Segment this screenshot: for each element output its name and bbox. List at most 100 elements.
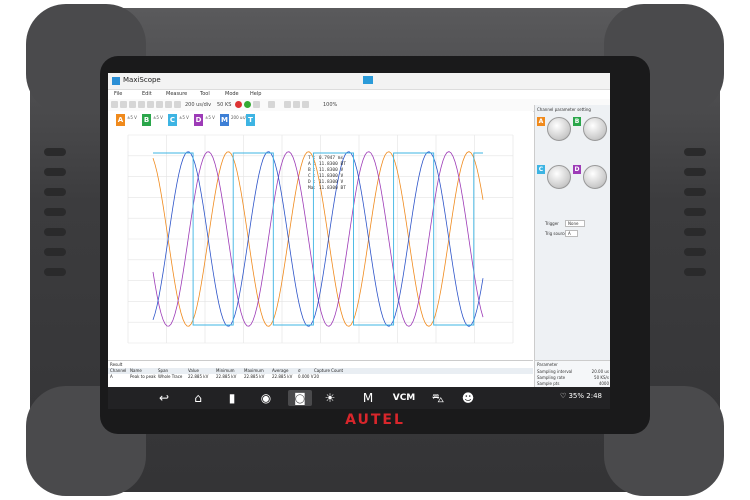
table-row[interactable]: A Peak to peak Whole Trace 22.885 kV 22.885 … — [108, 374, 533, 380]
zoom-box-icon[interactable] — [174, 101, 181, 108]
trigger-label: Trigger — [545, 221, 559, 226]
channel-m-button[interactable]: M — [220, 114, 229, 126]
column-header: Channel — [110, 368, 127, 373]
channel-t-button[interactable]: T — [246, 114, 255, 126]
channel-d-button[interactable]: D — [194, 114, 203, 126]
record-icon[interactable] — [235, 101, 242, 108]
recent-apps-icon[interactable]: ▮ — [224, 390, 240, 406]
heart-icon: ♡ — [559, 392, 567, 400]
menu-bar: File Edit Measure Tool Mode Help — [108, 90, 610, 99]
channel-c-knob[interactable] — [547, 165, 571, 189]
table-cell: Whole Trace — [158, 374, 183, 379]
param-label: Sampling interval — [537, 369, 573, 374]
channel-c-button[interactable]: C — [168, 114, 177, 126]
user-icon[interactable]: ☻ — [460, 390, 476, 406]
display-icon[interactable]: ☀ — [322, 390, 338, 406]
table-cell: 22.885 kV — [272, 374, 293, 379]
param-row: Sampling rate 50 KS/s — [537, 375, 609, 380]
column-header: σ — [298, 368, 301, 373]
trig-source-label: Trig source — [545, 231, 567, 236]
hand-icon[interactable] — [129, 101, 136, 108]
window-title: MaxiScope — [123, 76, 161, 84]
open-icon[interactable] — [111, 101, 118, 108]
channel-range-label: ±5 V — [127, 115, 137, 120]
menu-measure[interactable]: Measure — [166, 91, 187, 97]
param-value: 4000 — [598, 381, 609, 386]
car-icon[interactable]: ⛍ — [430, 390, 446, 406]
column-header: Maximum — [244, 368, 264, 373]
table-cell: 22.885 kV — [216, 374, 237, 379]
table-cell: 22.885 kV — [188, 374, 209, 379]
column-header: Minimum — [216, 368, 235, 373]
channel-settings-panel: Channel parameter setting A B C D Trigge… — [534, 105, 610, 360]
window-control-button[interactable] — [363, 76, 373, 84]
table-cell: 0.000 V — [298, 374, 314, 379]
camera-icon[interactable]: ◙ — [288, 390, 312, 406]
column-header: Span — [158, 368, 169, 373]
cursor-readout: T : 0.7947 ms — [308, 155, 344, 161]
trigger-select[interactable]: None — [565, 220, 586, 227]
export-icon[interactable] — [268, 101, 275, 108]
param-value: 50 KS/s — [594, 375, 609, 380]
menu-file[interactable]: File — [114, 91, 122, 97]
channel-b-button[interactable]: B — [142, 114, 151, 126]
left-grip — [44, 148, 66, 298]
back-icon[interactable]: ↩ — [156, 390, 172, 406]
pointer-icon[interactable] — [138, 101, 145, 108]
zoom-out-icon[interactable] — [156, 101, 163, 108]
table-cell: Peak to peak — [130, 374, 156, 379]
menu-edit[interactable]: Edit — [142, 91, 152, 97]
param-row: Sampling interval 20.00 us — [537, 369, 609, 374]
channel-a-badge: A — [537, 117, 545, 126]
scope-plot[interactable]: T : 0.7947 ms A : 11.8300 BT B : 11.8300 V… — [108, 129, 533, 359]
channel-bar: A ±5 V B ±5 V C ±5 V D ±5 V M 200 us/div T — [108, 111, 533, 129]
param-value: 20.00 us — [591, 369, 609, 374]
grid-icon[interactable] — [302, 101, 309, 108]
settings-icon[interactable] — [253, 101, 260, 108]
table-cell: A — [110, 374, 113, 379]
maxi-icon[interactable]: M — [360, 390, 376, 406]
home-icon[interactable]: ⌂ — [190, 390, 206, 406]
channel-range-label: ±5 V — [153, 115, 163, 120]
split-icon[interactable] — [293, 101, 300, 108]
cursor-readout: C : 11.8300 V — [308, 173, 344, 179]
trig-source-select[interactable]: A — [565, 230, 578, 237]
channel-a-button[interactable]: A — [116, 114, 125, 126]
cursor-readout: D : 11.8300 V — [308, 179, 344, 185]
channel-range-label: ±5 V — [205, 115, 215, 120]
column-header: Capture Count — [314, 368, 344, 373]
column-header: Value — [188, 368, 199, 373]
zoom-in-icon[interactable] — [147, 101, 154, 108]
app-icon — [112, 77, 120, 85]
channel-b-knob[interactable] — [583, 117, 607, 141]
parameter-panel: Parameter Sampling interval 20.00 us Samp… — [534, 360, 610, 387]
layout-icon[interactable] — [284, 101, 291, 108]
vcm-icon[interactable]: VCM — [392, 390, 416, 406]
menu-help[interactable]: Help — [250, 91, 261, 97]
param-label: Sampling rate — [537, 375, 566, 380]
play-icon[interactable] — [244, 101, 251, 108]
cursor-readout: A : 11.8300 BT — [308, 161, 346, 167]
channel-c-badge: C — [537, 165, 545, 174]
battery-level: 35% — [568, 392, 585, 400]
param-row: Sample pts 4000 — [537, 381, 609, 386]
menu-mode[interactable]: Mode — [225, 91, 239, 97]
result-title: Result — [110, 362, 123, 367]
channel-range-label: ±5 V — [179, 115, 189, 120]
result-panel: Result Channel Name Span Value Minimum Maximu… — [108, 360, 533, 387]
screen: MaxiScope File Edit Measure Tool Mode He… — [108, 73, 610, 387]
zoom-fit-icon[interactable] — [165, 101, 172, 108]
title-bar: MaxiScope — [108, 73, 610, 90]
scope-svg: T : 0.7947 msA : 11.8300 BTB : 11.8300 V… — [127, 134, 514, 344]
table-cell: 20 — [314, 374, 320, 379]
zoom-level[interactable]: 100% — [323, 102, 337, 108]
print-icon[interactable] — [120, 101, 127, 108]
cursor-readout: Ma: 11.8300 BT — [308, 185, 346, 191]
timebase-select[interactable]: 200 us/div — [185, 102, 211, 108]
android-nav-bar: ↩ ⌂ ▮ ◉ ◙ ☀ M VCM ⛍ ☻ ♡ 35% 2:48 — [108, 387, 610, 409]
menu-tool[interactable]: Tool — [200, 91, 210, 97]
browser-icon[interactable]: ◉ — [258, 390, 274, 406]
samples-select[interactable]: 50 KS — [217, 102, 231, 108]
channel-d-knob[interactable] — [583, 165, 607, 189]
channel-a-knob[interactable] — [547, 117, 571, 141]
